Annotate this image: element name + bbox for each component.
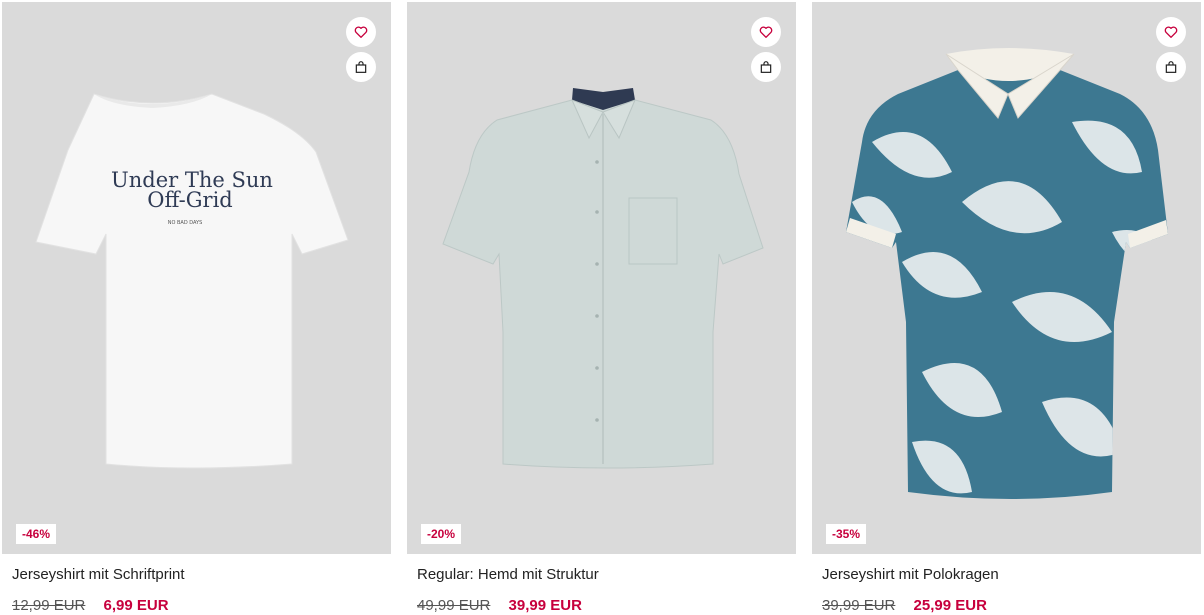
add-to-cart-button[interactable] xyxy=(346,52,376,82)
product-image[interactable]: -35% xyxy=(812,2,1201,554)
add-to-cart-button[interactable] xyxy=(1156,52,1186,82)
product-title[interactable]: Jerseyshirt mit Polokragen xyxy=(822,566,999,583)
price-row: 12,99 EUR 6,99 EUR xyxy=(12,597,169,614)
shopping-bag-icon xyxy=(355,61,367,73)
sale-price: 39,99 EUR xyxy=(508,597,582,614)
shirt-image xyxy=(442,88,764,469)
shopping-bag-icon xyxy=(1165,61,1177,73)
product-title[interactable]: Jerseyshirt mit Schriftprint xyxy=(12,566,185,583)
add-to-cart-button[interactable] xyxy=(751,52,781,82)
price-row: 49,99 EUR 39,99 EUR xyxy=(417,597,582,614)
heart-icon xyxy=(1164,26,1178,38)
tshirt-image: Under The Sun Off-Grid NO BAD DAYS xyxy=(35,93,349,469)
product-image[interactable]: Under The Sun Off-Grid NO BAD DAYS -46% xyxy=(2,2,391,554)
heart-icon xyxy=(354,26,368,38)
wishlist-button[interactable] xyxy=(346,17,376,47)
print-line-2: Off-Grid xyxy=(147,188,232,212)
product-card[interactable]: -20% Regular: Hemd mit Struktur 49,99 EU… xyxy=(407,2,796,615)
product-grid: Under The Sun Off-Grid NO BAD DAYS -46% … xyxy=(2,2,1202,615)
polo-shirt-image xyxy=(846,48,1168,499)
product-card[interactable]: Under The Sun Off-Grid NO BAD DAYS -46% … xyxy=(2,2,391,615)
product-title[interactable]: Regular: Hemd mit Struktur xyxy=(417,566,599,583)
old-price: 39,99 EUR xyxy=(822,597,896,614)
discount-badge: -20% xyxy=(421,524,462,544)
print-small: NO BAD DAYS xyxy=(168,220,203,226)
discount-badge: -46% xyxy=(16,524,57,544)
product-image[interactable]: -20% xyxy=(407,2,796,554)
sale-price: 25,99 EUR xyxy=(913,597,987,614)
heart-icon xyxy=(759,26,773,38)
price-row: 39,99 EUR 25,99 EUR xyxy=(822,597,987,614)
sale-price: 6,99 EUR xyxy=(103,597,169,614)
shopping-bag-icon xyxy=(760,61,772,73)
wishlist-button[interactable] xyxy=(751,17,781,47)
old-price: 12,99 EUR xyxy=(12,597,86,614)
discount-badge: -35% xyxy=(826,524,867,544)
product-card[interactable]: -35% Jerseyshirt mit Polokragen 39,99 EU… xyxy=(812,2,1201,615)
old-price: 49,99 EUR xyxy=(417,597,491,614)
wishlist-button[interactable] xyxy=(1156,17,1186,47)
